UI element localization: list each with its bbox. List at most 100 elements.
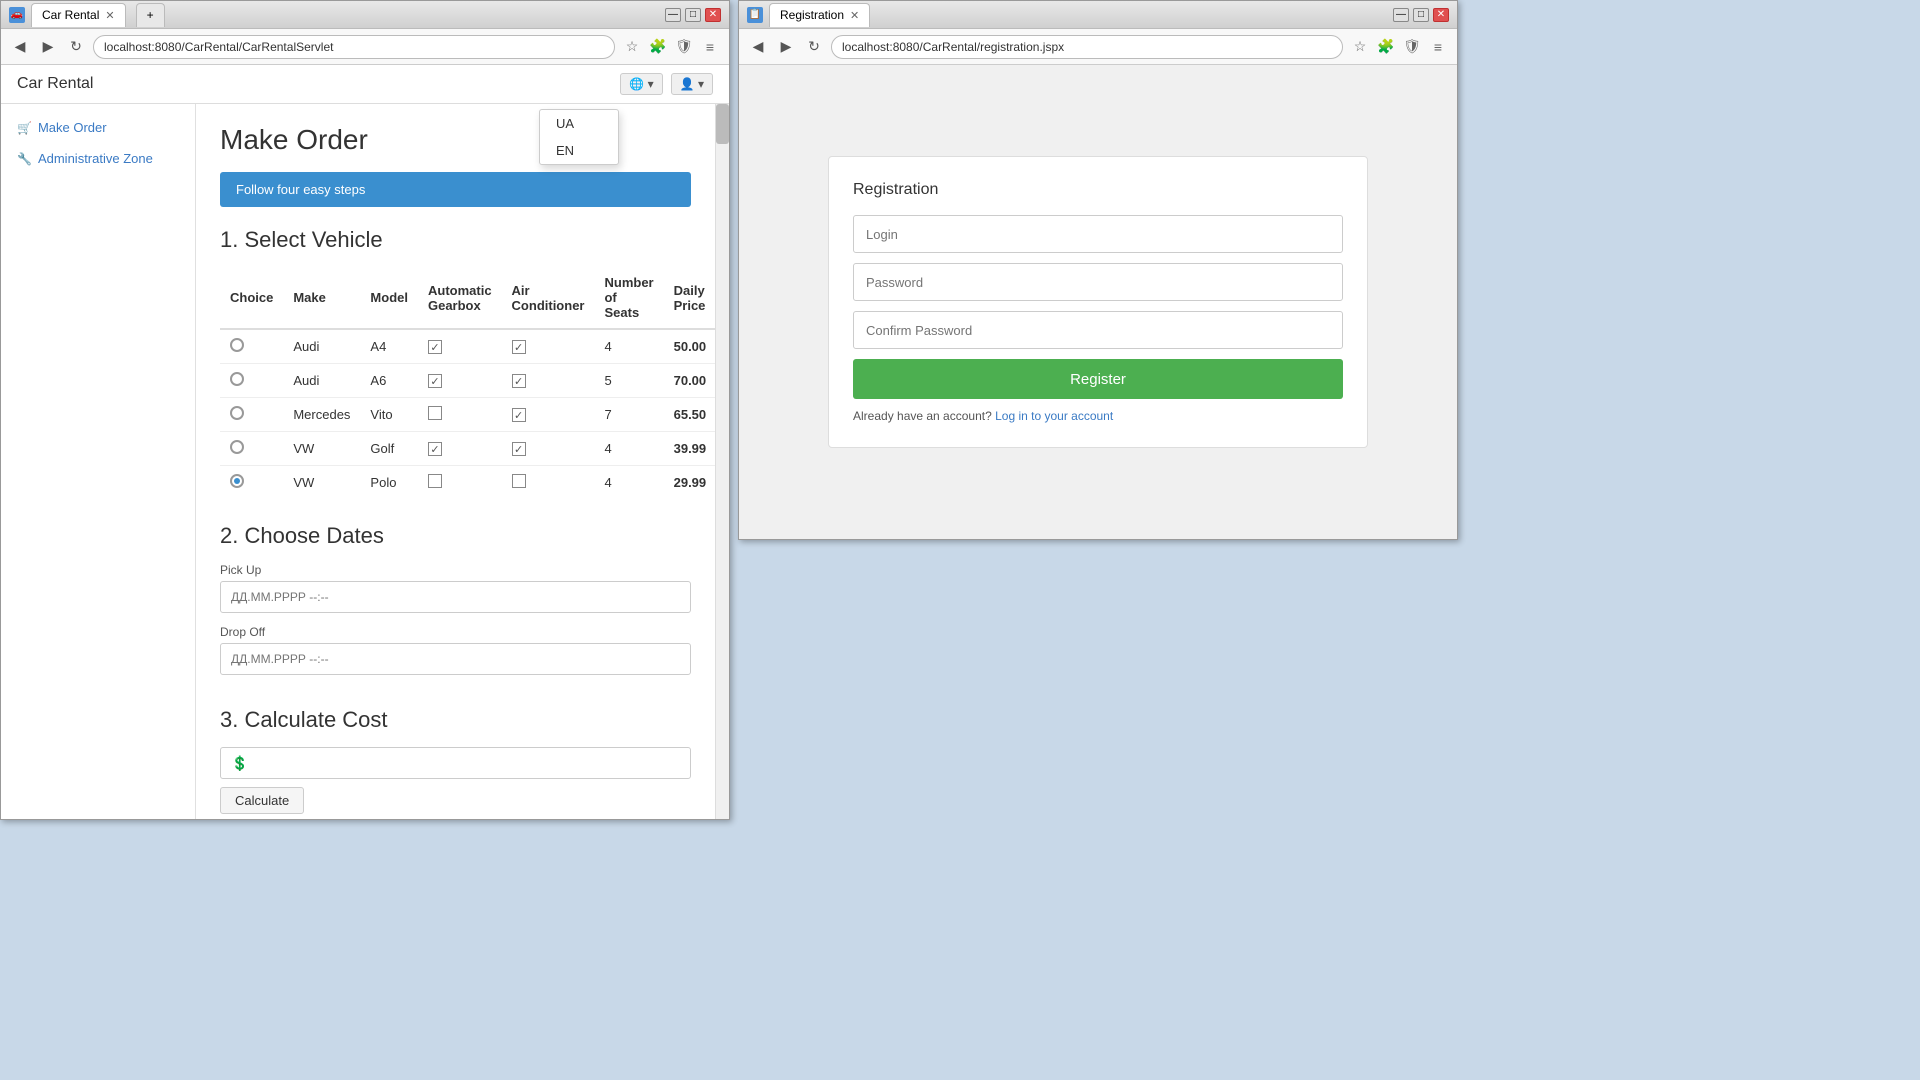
table-row: Mercedes Vito ✓ 7 65.50 [220,398,715,432]
star-icon[interactable]: ☆ [621,36,643,58]
checkbox-auto-a6: ✓ [428,374,442,388]
radio-vw-polo[interactable] [230,474,244,488]
close-btn-right[interactable]: ✕ [1433,8,1449,22]
right-browser: 📋 Registration ✕ — □ ✕ ◀ ▶ ↻ localhost:8… [738,0,1458,540]
checkbox-air-polo [512,474,526,488]
col-make: Make [283,267,360,329]
steps-banner: Follow four easy steps [220,172,691,207]
seats-a4: 4 [594,329,663,364]
shield-icon[interactable]: 🛡 [673,36,695,58]
seats-polo: 4 [594,466,663,500]
star-icon-right[interactable]: ☆ [1349,36,1371,58]
address-bar-left: ◀ ▶ ↻ localhost:8080/CarRental/CarRental… [1,29,729,65]
model-a4: A4 [360,329,418,364]
make-audi-a4: Audi [283,329,360,364]
close-btn-left[interactable]: ✕ [705,8,721,22]
tab-new[interactable]: + [136,3,165,27]
url-bar-right[interactable]: localhost:8080/CarRental/registration.js… [831,35,1343,59]
make-audi-a6: Audi [283,364,360,398]
already-account-text: Already have an account? [853,409,992,423]
vehicle-table: Choice Make Model AutomaticGearbox AirCo… [220,267,715,499]
maximize-btn-right[interactable]: □ [1413,8,1429,22]
make-vw-golf: VW [283,432,360,466]
window-controls-right: — □ ✕ [1393,8,1449,22]
login-input[interactable] [853,215,1343,253]
register-button[interactable]: Register [853,359,1343,399]
header-icons: 🌐 ▾ 👤 ▾ [620,73,713,95]
sidebar-item-admin-zone[interactable]: 🔧 Administrative Zone [1,143,195,174]
page-content-left: Car Rental 🌐 ▾ 👤 ▾ 🛒 Make Order 🔧 Admini… [1,65,729,819]
sidebar-item-make-order[interactable]: 🛒 Make Order [1,112,195,143]
confirm-password-input[interactable] [853,311,1343,349]
language-btn[interactable]: 🌐 ▾ [620,73,662,95]
extensions-icon-right[interactable]: 🧩 [1375,36,1397,58]
radio-audi-a6[interactable] [230,372,244,386]
reload-btn-left[interactable]: ↻ [65,36,87,58]
section-2-title: 2. Choose Dates [220,523,691,549]
checkbox-auto-golf: ✓ [428,442,442,456]
price-a4: 50.00 [664,329,715,364]
price-a6: 70.00 [664,364,715,398]
scrollbar-left[interactable] [715,104,729,819]
toolbar-icons-left: ☆ 🧩 🛡 ≡ [621,36,721,58]
app-header: Car Rental 🌐 ▾ 👤 ▾ [1,65,729,104]
price-golf: 39.99 [664,432,715,466]
radio-mercedes-vito[interactable] [230,406,244,420]
cart-icon: 🛒 [17,121,32,135]
dropoff-label: Drop Off [220,625,691,639]
make-mercedes: Mercedes [283,398,360,432]
table-row: Audi A4 ✓ ✓ 4 50.00 [220,329,715,364]
maximize-btn-left[interactable]: □ [685,8,701,22]
menu-icon[interactable]: ≡ [699,36,721,58]
minimize-btn-left[interactable]: — [665,8,681,22]
shield-icon-right[interactable]: 🛡 [1401,36,1423,58]
dropdown-item-en[interactable]: EN [540,137,618,164]
tab-close-left[interactable]: ✕ [105,9,114,22]
model-vito: Vito [360,398,418,432]
minimize-btn-right[interactable]: — [1393,8,1409,22]
section-3-title: 3. Calculate Cost [220,707,691,733]
password-input[interactable] [853,263,1343,301]
radio-vw-golf[interactable] [230,440,244,454]
table-row: Audi A6 ✓ ✓ 5 70.00 [220,364,715,398]
dropdown-item-ua[interactable]: UA [540,110,618,137]
radio-audi-a4[interactable] [230,338,244,352]
tab-label-reg: Registration [780,8,844,22]
forward-btn-left[interactable]: ▶ [37,36,59,58]
page-title: Make Order [220,124,691,156]
col-air-cond: AirConditioner [502,267,595,329]
checkbox-auto-vito [428,406,442,420]
reload-btn-right[interactable]: ↻ [803,36,825,58]
calc-display: 💲 [220,747,691,779]
checkbox-air-a6: ✓ [512,374,526,388]
title-bar-right: 📋 Registration ✕ — □ ✕ [739,1,1457,29]
login-account-link[interactable]: Log in to your account [995,409,1113,423]
pickup-input[interactable] [220,581,691,613]
url-bar-left[interactable]: localhost:8080/CarRental/CarRentalServle… [93,35,615,59]
menu-icon-right[interactable]: ≡ [1427,36,1449,58]
table-row: VW Polo 4 29.99 [220,466,715,500]
back-btn-right[interactable]: ◀ [747,36,769,58]
checkbox-air-a4: ✓ [512,340,526,354]
col-model: Model [360,267,418,329]
user-btn[interactable]: 👤 ▾ [671,73,713,95]
section-1-title: 1. Select Vehicle [220,227,691,253]
tab-car-rental[interactable]: Car Rental ✕ [31,3,126,27]
scrollbar-thumb-left[interactable] [716,104,729,144]
left-browser: 🚗 Car Rental ✕ + — □ ✕ ◀ ▶ ↻ localhost:8… [0,0,730,820]
forward-btn-right[interactable]: ▶ [775,36,797,58]
calculate-button[interactable]: Calculate [220,787,304,814]
col-seats: Number ofSeats [594,267,663,329]
table-row: VW Golf ✓ ✓ 4 39.99 [220,432,715,466]
price-polo: 29.99 [664,466,715,500]
extensions-icon[interactable]: 🧩 [647,36,669,58]
date-section: Pick Up Drop Off [220,563,691,687]
tab-registration[interactable]: Registration ✕ [769,3,870,27]
login-prompt: Already have an account? Log in to your … [853,409,1343,423]
dropoff-input[interactable] [220,643,691,675]
tab-close-right[interactable]: ✕ [850,9,859,22]
back-btn-left[interactable]: ◀ [9,36,31,58]
col-price: DailyPrice [664,267,715,329]
window-controls-left: — □ ✕ [665,8,721,22]
sidebar-label-admin-zone: Administrative Zone [38,151,153,166]
